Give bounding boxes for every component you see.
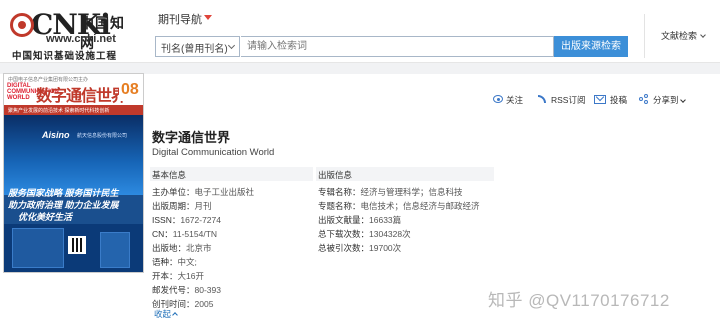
share-icon[interactable]	[639, 94, 649, 104]
submit-button[interactable]: 投稿	[610, 94, 627, 106]
publish-info-heading: 出版信息	[316, 167, 494, 181]
publish-row: 总被引次数：19700次	[318, 243, 402, 253]
info-row: CN：11-5154/TN	[152, 229, 218, 239]
page-header: CNKi 中国知网 www.cnki.net 中国知识基础设施工程 期刊导航 刊…	[0, 0, 720, 62]
cover-title-en: DIGITAL COMMUNICATION WORLD	[7, 83, 59, 101]
publish-row: 出版文献量：16633篇	[318, 215, 402, 225]
cover-device-image	[12, 228, 64, 268]
info-row: 主办单位：电子工业出版社	[152, 187, 255, 197]
search-field-value: 刊名(曾用刊名)	[161, 44, 228, 55]
collapse-label: 收起	[154, 309, 172, 319]
logo-url: www.cnki.net	[46, 33, 116, 45]
cover-slogan: 优化美好生活	[18, 212, 73, 222]
info-row: ISSN：1672-7274	[152, 215, 221, 225]
header-divider	[644, 14, 645, 58]
cnki-logo[interactable]: CNKi 中国知网 www.cnki.net 中国知识基础设施工程	[10, 10, 132, 62]
cover-device-image	[100, 232, 130, 268]
qr-code-icon	[68, 236, 86, 254]
collapse-link[interactable]: 收起	[154, 308, 178, 320]
mail-icon[interactable]	[594, 95, 606, 104]
eye-icon[interactable]	[493, 95, 503, 103]
cover-brand-sub: 航天信息股份有限公司	[77, 133, 128, 139]
doc-search-link[interactable]: 文献检索	[661, 29, 706, 42]
search-button[interactable]: 出版来源检索	[554, 36, 628, 57]
share-button[interactable]: 分享到	[653, 94, 679, 106]
info-row: 语种：中文;	[152, 257, 197, 267]
journal-title: 数字通信世界	[152, 130, 231, 145]
rss-icon[interactable]	[538, 95, 546, 103]
journal-nav-link[interactable]: 期刊导航	[158, 11, 202, 27]
publish-row: 总下载次数：1304328次	[318, 229, 411, 239]
cover-issue: 08	[121, 81, 139, 98]
rss-button[interactable]: RSS订阅	[551, 94, 585, 106]
chevron-down-icon	[700, 32, 706, 38]
search-field-select[interactable]: 刊名(曾用刊名)	[155, 36, 240, 57]
chevron-down-icon	[227, 41, 236, 50]
journal-title-en: Digital Communication World	[152, 147, 275, 158]
journal-cover-image: 中国电子信息产业集团有限公司主办 DIGITAL COMMUNICATION W…	[3, 73, 144, 273]
logo-slogan: 中国知识基础设施工程	[12, 51, 118, 62]
publish-row: 专题名称：电信技术；信息经济与邮政经济	[318, 201, 480, 211]
info-row: 出版地：北京市	[152, 243, 212, 253]
info-row: 邮发代号：80-393	[152, 285, 221, 295]
info-row: 开本：大16开	[152, 271, 204, 281]
cover-brand: Aisino	[42, 130, 70, 140]
follow-button[interactable]: 关注	[506, 94, 523, 106]
chevron-down-icon[interactable]	[680, 97, 686, 103]
cover-ribbon: 聚焦产业发展的前沿技术 探索新时代科技创新	[4, 105, 143, 115]
watermark: 知乎 @QV1170176712	[488, 291, 670, 310]
basic-info-heading: 基本信息	[150, 167, 313, 181]
doc-search-label: 文献检索	[661, 31, 698, 41]
chevron-up-icon	[172, 312, 178, 318]
cover-title: 数字通信世界	[36, 88, 127, 105]
caret-down-icon[interactable]	[204, 15, 212, 20]
info-row: 出版周期：月刊	[152, 201, 212, 211]
publish-row: 专辑名称：经济与管理科学；信息科技	[318, 187, 463, 197]
search-input[interactable]	[241, 36, 554, 57]
